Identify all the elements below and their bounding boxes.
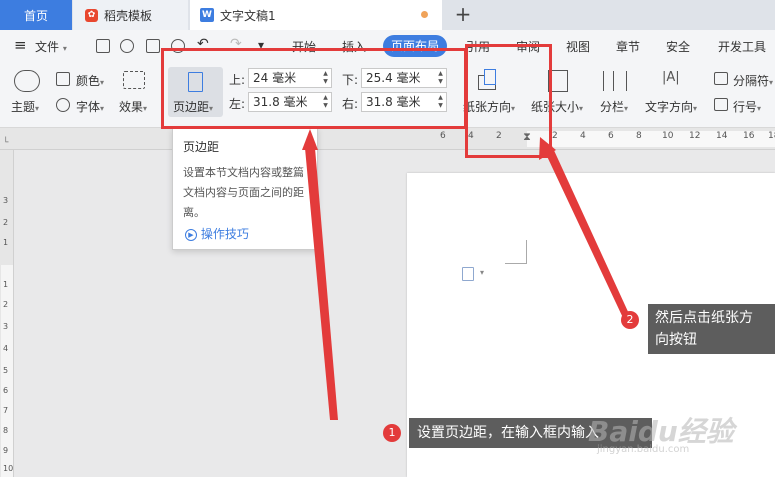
margin-settings-highlight xyxy=(161,48,467,129)
menu-security[interactable]: 安全 xyxy=(666,38,690,55)
step-1-badge: 1 xyxy=(383,424,401,442)
vruler-tick: 2 xyxy=(3,300,9,309)
vruler-tick: 3 xyxy=(3,196,9,205)
callout-step-2: 然后点击纸张方 向按钮 xyxy=(648,304,775,354)
tab-home-label: 首页 xyxy=(23,8,48,23)
vruler-tick: 1 xyxy=(3,238,9,247)
chevron-down-icon[interactable]: ▾ xyxy=(480,268,484,277)
color-label: 颜色 xyxy=(76,74,101,88)
text-direction-button[interactable]: 文字方向▾ xyxy=(645,98,697,115)
vruler-tick: 2 xyxy=(3,218,9,227)
tooltip-tips-link[interactable]: ▶ 操作技巧 xyxy=(185,225,249,242)
tooltip-link-label: 操作技巧 xyxy=(200,227,249,241)
orientation-highlight xyxy=(465,44,552,158)
callout-step-1-text: 设置页边距，在输入框内输入 xyxy=(417,425,599,441)
theme-label: 主题 xyxy=(11,100,36,114)
ruler-tick: 8 xyxy=(636,131,642,141)
save-icon[interactable] xyxy=(96,39,110,53)
text-direction-label: 文字方向 xyxy=(645,100,694,114)
tab-document[interactable]: W 文字文稿1 xyxy=(190,0,442,30)
vruler-tick: 10 xyxy=(3,464,14,473)
step-2-badge: 2 xyxy=(621,311,639,329)
color-button[interactable]: 颜色▾ xyxy=(76,72,104,89)
tab-stop-icon[interactable]: └ xyxy=(3,138,8,148)
columns-icon[interactable] xyxy=(603,71,627,91)
line-number-button[interactable]: 行号▾ xyxy=(733,98,761,115)
separator-label: 分隔符 xyxy=(733,74,770,88)
menu-view[interactable]: 视图 xyxy=(566,38,590,55)
hamburger-menu-icon[interactable]: ≡ xyxy=(14,36,27,54)
vruler-tick: 4 xyxy=(3,344,9,353)
ruler-tick: 6 xyxy=(440,131,446,141)
columns-label: 分栏 xyxy=(600,100,625,114)
ruler-tick: 14 xyxy=(716,131,728,141)
chevron-down-icon: ▾ xyxy=(769,78,774,87)
line-number-label: 行号 xyxy=(733,100,758,114)
ruler-tick: 10 xyxy=(662,131,674,141)
tab-home[interactable]: 首页 xyxy=(0,0,72,30)
ruler-tick: 12 xyxy=(689,131,701,141)
margin-corner-mark xyxy=(505,240,527,264)
tab-document-label: 文字文稿1 xyxy=(220,8,276,23)
chevron-down-icon: ▾ xyxy=(62,44,67,53)
paragraph-layout-icon[interactable] xyxy=(462,267,474,281)
chevron-down-icon: ▾ xyxy=(579,104,584,113)
separator-button[interactable]: 分隔符▾ xyxy=(733,72,773,89)
menu-section[interactable]: 章节 xyxy=(616,38,640,55)
line-number-icon xyxy=(714,98,728,111)
format-painter-icon[interactable] xyxy=(120,39,134,53)
margins-tooltip: 页边距 设置本节文档内容或整篇文档内容与页面之间的距离。 ▶ 操作技巧 xyxy=(172,128,318,250)
theme-button[interactable]: 主题▾ xyxy=(11,98,39,115)
chevron-down-icon: ▾ xyxy=(100,104,105,113)
unsaved-dot-icon xyxy=(421,11,428,18)
theme-palette-icon[interactable] xyxy=(14,70,40,92)
chevron-down-icon: ▾ xyxy=(757,104,762,113)
print-icon[interactable] xyxy=(146,39,160,53)
tooltip-title: 页边距 xyxy=(183,140,220,154)
ruler-tick: 2 xyxy=(552,131,558,141)
vruler-tick: 5 xyxy=(3,366,9,375)
chevron-down-icon: ▾ xyxy=(143,104,148,113)
tab-bar: 首页 ✿ 稻壳模板 W 文字文稿1 + xyxy=(0,0,775,30)
menu-developer-tools[interactable]: 开发工具 xyxy=(718,38,766,55)
vruler-tick: 8 xyxy=(3,426,9,435)
ruler-text-area xyxy=(527,131,775,147)
effect-button[interactable]: 效果▾ xyxy=(119,98,147,115)
tooltip-body: 设置本节文档内容或整篇文档内容与页面之间的距离。 xyxy=(183,166,304,219)
font-label: 字体 xyxy=(76,100,101,114)
baidu-watermark-url: jingyan.baidu.com xyxy=(597,444,690,455)
menu-file-label: 文件 xyxy=(35,40,60,54)
ruler-tick: 4 xyxy=(580,131,586,141)
effect-icon[interactable] xyxy=(123,71,145,89)
chevron-down-icon: ▾ xyxy=(100,78,105,87)
font-icon xyxy=(56,98,70,112)
tab-docer-templates[interactable]: ✿ 稻壳模板 xyxy=(73,0,188,30)
effect-label: 效果 xyxy=(119,100,144,114)
ruler-tick: 6 xyxy=(608,131,614,141)
vruler-tick: 1 xyxy=(3,280,9,289)
ruler-tick: 16 xyxy=(743,131,755,141)
play-circle-icon: ▶ xyxy=(185,228,197,241)
tab-docer-label: 稻壳模板 xyxy=(104,8,153,23)
writer-doc-icon: W xyxy=(200,8,214,22)
separator-icon xyxy=(714,72,728,85)
vruler-tick: 3 xyxy=(3,322,9,331)
text-direction-icon[interactable]: |A| xyxy=(662,70,686,92)
vruler-tick: 6 xyxy=(3,386,9,395)
callout-step-2-line-2: 向按钮 xyxy=(655,332,697,348)
docer-logo-icon: ✿ xyxy=(85,8,98,22)
columns-button[interactable]: 分栏▾ xyxy=(600,98,628,115)
font-button[interactable]: 字体▾ xyxy=(76,98,104,115)
ruler-tick: 18 xyxy=(768,131,775,141)
vruler-tick: 7 xyxy=(3,406,9,415)
color-grid-icon xyxy=(56,72,70,86)
chevron-down-icon: ▾ xyxy=(693,104,698,113)
columns-divider xyxy=(613,71,614,91)
chevron-down-icon: ▾ xyxy=(624,104,629,113)
new-tab-button[interactable]: + xyxy=(452,2,474,26)
callout-step-2-line-1: 然后点击纸张方 xyxy=(655,310,753,326)
vruler-tick: 9 xyxy=(3,446,9,455)
chevron-down-icon: ▾ xyxy=(35,104,40,113)
menu-file[interactable]: 文件 ▾ xyxy=(35,38,67,55)
